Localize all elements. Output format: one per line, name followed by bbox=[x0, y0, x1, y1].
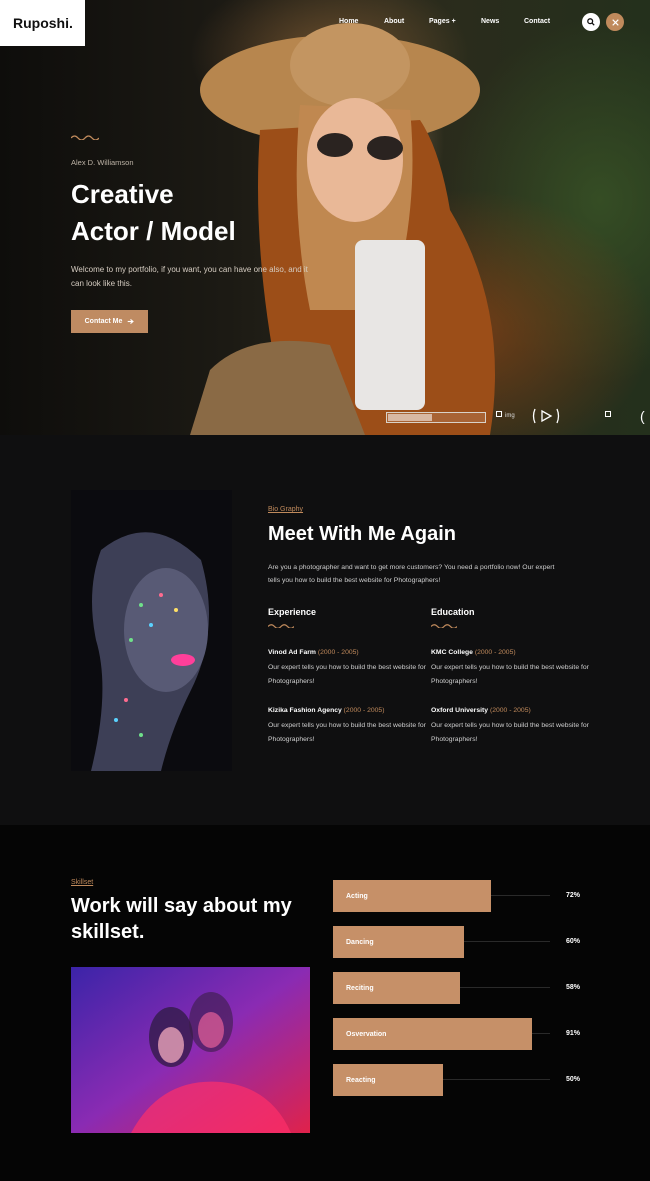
skill-bar-row: Dancing 60% bbox=[333, 926, 580, 958]
entry-title: KMC College (2000 - 2005) bbox=[431, 649, 516, 656]
skills-title: Work will say about my skillset. bbox=[71, 895, 292, 943]
wave-divider-icon bbox=[268, 624, 294, 628]
nav-news[interactable]: News bbox=[481, 18, 499, 25]
play-icon bbox=[532, 408, 560, 424]
entry-years: (2000 - 2005) bbox=[474, 649, 516, 656]
entry-title: Kizika Fashion Agency (2000 - 2005) bbox=[268, 707, 385, 714]
search-button[interactable] bbox=[582, 13, 600, 31]
entry-text: Our expert tells you how to build the be… bbox=[268, 664, 426, 685]
close-button[interactable] bbox=[606, 13, 624, 31]
entry-text: Our expert tells you how to build the be… bbox=[431, 722, 589, 743]
education-entry: KMC College (2000 - 2005) Our expert tel… bbox=[431, 647, 591, 689]
education-entry: Oxford University (2000 - 2005) Our expe… bbox=[431, 705, 591, 747]
about-title: Meet With Me Again bbox=[268, 523, 456, 545]
bracket-icon: ( bbox=[640, 408, 645, 424]
skill-bar-row: Osvervation 91% bbox=[333, 1018, 580, 1050]
hero-title-line2: Actor / Model bbox=[71, 216, 236, 246]
skill-bar-fill: Acting bbox=[333, 880, 491, 912]
hero-title: Creative Actor / Model bbox=[71, 176, 331, 250]
skill-bar-fill: Dancing bbox=[333, 926, 464, 958]
skills-portrait-image bbox=[71, 967, 310, 1133]
experience-entry: Vinod Ad Farm (2000 - 2005) Our expert t… bbox=[268, 647, 428, 689]
skill-bar-row: Acting 72% bbox=[333, 880, 580, 912]
skills-section: Skillset Work will say about my skillset… bbox=[0, 825, 650, 1181]
skill-bar-percent: 60% bbox=[565, 938, 580, 945]
arrow-right-icon bbox=[128, 318, 135, 325]
hero-slider-track[interactable] bbox=[386, 412, 486, 423]
wave-divider-icon bbox=[71, 135, 99, 140]
education-heading: Education bbox=[431, 607, 475, 617]
skill-bar-fill: Reciting bbox=[333, 972, 460, 1004]
nav-about[interactable]: About bbox=[384, 18, 404, 25]
skill-bar-label: Dancing bbox=[346, 938, 374, 946]
hero-title-line1: Creative bbox=[71, 179, 174, 209]
entry-text: Our expert tells you how to build the be… bbox=[431, 664, 589, 685]
entry-years: (2000 - 2005) bbox=[489, 707, 531, 714]
nav-home[interactable]: Home bbox=[339, 18, 358, 25]
entry-text: Our expert tells you how to build the be… bbox=[268, 722, 426, 743]
entry-title: Vinod Ad Farm (2000 - 2005) bbox=[268, 649, 359, 656]
contact-me-label: Contact Me bbox=[84, 318, 123, 325]
skill-bar-label: Reciting bbox=[346, 984, 374, 992]
logo-text: Ruposhi. bbox=[13, 15, 73, 31]
nav-pages[interactable]: Pages + bbox=[429, 18, 456, 25]
skill-bar-percent: 91% bbox=[565, 1030, 580, 1037]
entry-years: (2000 - 2005) bbox=[343, 707, 385, 714]
contact-me-button[interactable]: Contact Me bbox=[71, 310, 148, 333]
hero-name: Alex D. Williamson bbox=[71, 158, 134, 167]
about-eyebrow-link[interactable]: Bio Graphy bbox=[268, 506, 303, 513]
skill-bar-percent: 72% bbox=[565, 892, 580, 899]
hero-description: Welcome to my portfolio, if you want, yo… bbox=[71, 265, 308, 288]
skill-bar-label: Acting bbox=[346, 892, 368, 900]
skill-bar-fill: Reacting bbox=[333, 1064, 443, 1096]
hero-slider-thumb[interactable] bbox=[388, 414, 433, 421]
hero-section: Ruposhi. Home About Pages + News Contact… bbox=[0, 0, 650, 435]
skill-bar-label: Reacting bbox=[346, 1076, 376, 1084]
brand-logo[interactable]: Ruposhi. bbox=[0, 0, 85, 46]
nav-contact[interactable]: Contact bbox=[524, 18, 550, 25]
next-slide-icon[interactable] bbox=[605, 411, 611, 417]
entry-years: (2000 - 2005) bbox=[317, 649, 359, 656]
skill-bar-row: Reacting 50% bbox=[333, 1064, 580, 1096]
slider-image-label: img bbox=[505, 413, 515, 419]
about-portrait-image bbox=[71, 490, 232, 771]
skill-bar-fill: Osvervation bbox=[333, 1018, 532, 1050]
experience-entry: Kizika Fashion Agency (2000 - 2005) Our … bbox=[268, 705, 428, 747]
about-description: Are you a photographer and want to get m… bbox=[268, 564, 555, 584]
skill-bar-label: Osvervation bbox=[346, 1030, 387, 1038]
about-section: Bio Graphy Meet With Me Again Are you a … bbox=[0, 435, 650, 825]
slide-image-icon bbox=[496, 411, 502, 417]
play-button[interactable] bbox=[532, 408, 560, 428]
skill-bar-percent: 50% bbox=[565, 1076, 580, 1083]
wave-divider-icon bbox=[431, 624, 457, 628]
search-icon bbox=[587, 18, 595, 26]
skill-bar-row: Reciting 58% bbox=[333, 972, 580, 1004]
close-icon bbox=[611, 18, 619, 26]
entry-title: Oxford University (2000 - 2005) bbox=[431, 707, 531, 714]
skill-bar-percent: 58% bbox=[565, 984, 580, 991]
skills-eyebrow-link[interactable]: Skillset bbox=[71, 879, 93, 886]
experience-heading: Experience bbox=[268, 607, 317, 617]
